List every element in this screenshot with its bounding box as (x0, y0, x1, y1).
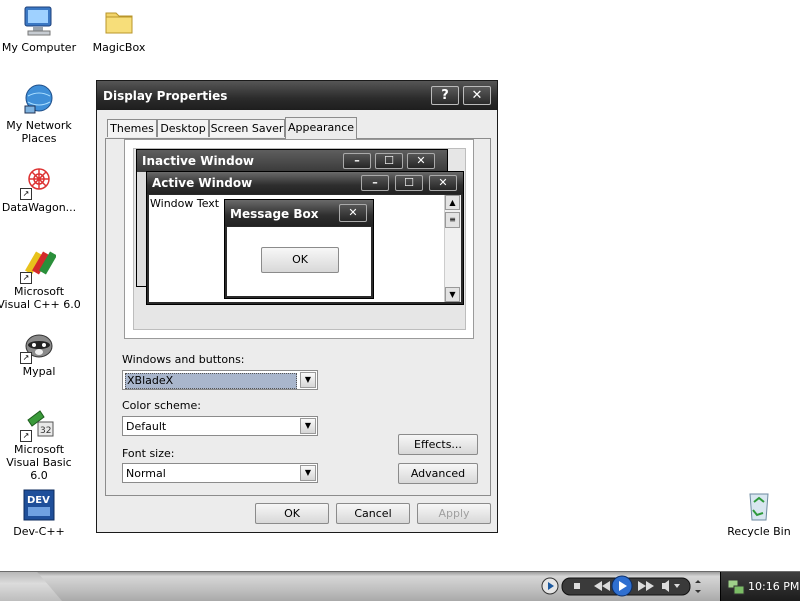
close-icon: ✕ (339, 204, 367, 222)
preview-message-box-title: Message Box (230, 207, 319, 221)
preview-scrollbar: ▲ ≡ ▼ (444, 195, 461, 302)
visual-basic-icon: 32 ↗ (20, 406, 56, 442)
network-globe-icon (22, 82, 56, 116)
minimize-icon: – (343, 153, 371, 169)
minimize-icon: – (361, 175, 389, 191)
color-scheme-label: Color scheme: (122, 399, 201, 412)
preview-ok-button: OK (261, 247, 339, 273)
scroll-up-icon: ▲ (445, 195, 460, 210)
shortcut-arrow-icon: ↗ (20, 352, 32, 364)
font-size-label: Font size: (122, 447, 175, 460)
preview-message-box-client: OK (227, 227, 371, 296)
desktop-icon-recycle-bin[interactable]: Recycle Bin (716, 488, 800, 538)
visual-cpp-icon: ↗ (20, 248, 57, 284)
apply-button[interactable]: Apply (417, 503, 491, 524)
dialog-titlebar[interactable]: Display Properties ? ✕ (97, 81, 497, 110)
desktop-icon-mypal[interactable]: ↗ Mypal (0, 328, 82, 378)
start-button[interactable] (0, 572, 62, 601)
desktop-icon-visual-cpp[interactable]: ↗ Microsoft Visual C++ 6.0 (0, 248, 82, 311)
chevron-down-icon[interactable]: ▼ (300, 465, 316, 481)
desktop-icon-my-network-places[interactable]: My Network Places (0, 82, 82, 145)
dialog-title: Display Properties (103, 89, 228, 103)
desktop-icon-label: My Network Places (6, 119, 72, 145)
windows-and-buttons-value: XBladeX (125, 373, 297, 389)
tab-themes[interactable]: Themes (107, 119, 157, 137)
desktop-icon-label: Mypal (22, 365, 56, 378)
help-button[interactable]: ? (431, 86, 459, 105)
preview-window-text: Window Text (150, 197, 220, 210)
display-properties-dialog: Display Properties ? ✕ Themes Desktop Sc… (96, 80, 498, 533)
desktop-icon-visual-basic[interactable]: 32 ↗ Microsoft Visual Basic 6.0 (0, 406, 82, 482)
shortcut-arrow-icon: ↗ (20, 188, 32, 200)
dev-icon-text: DEV (27, 495, 50, 506)
desktop-icon-label: DataWagon... (1, 201, 77, 214)
close-button[interactable]: ✕ (463, 86, 491, 105)
desktop-icon-dev-cpp[interactable]: DEV Dev-C++ (0, 488, 82, 538)
tab-desktop[interactable]: Desktop (157, 119, 209, 137)
preview-active-titlebar: Active Window – ☐ ✕ (147, 172, 463, 194)
maximize-icon: ☐ (395, 175, 423, 191)
preview-area: Inactive Window – ☐ ✕ Active Window – ☐ … (133, 148, 466, 330)
raccoon-icon: ↗ (20, 328, 56, 364)
appearance-preview: Inactive Window – ☐ ✕ Active Window – ☐ … (124, 139, 474, 339)
preview-active-title: Active Window (152, 176, 253, 190)
ok-button[interactable]: OK (255, 503, 329, 524)
effects-button[interactable]: Effects... (398, 434, 478, 455)
desktop-icon-label: MagicBox (92, 41, 146, 54)
desktop-icon-datawagon[interactable]: ↗ DataWagon... (0, 164, 82, 214)
taskbar-clock[interactable]: 10:16 PM (748, 580, 799, 593)
media-controls-icon[interactable] (538, 574, 708, 599)
desktop-icon-my-computer[interactable]: My Computer (0, 4, 82, 54)
close-icon: ✕ (407, 153, 435, 169)
desktop-icon-magicbox[interactable]: MagicBox (76, 4, 162, 54)
preview-inactive-title: Inactive Window (142, 154, 255, 168)
desktop-icon-label: Recycle Bin (727, 525, 791, 538)
preview-message-box-titlebar: Message Box ✕ (225, 200, 373, 226)
color-scheme-value: Default (126, 420, 167, 433)
computer-icon (22, 4, 56, 38)
svg-text:32: 32 (40, 426, 51, 436)
font-size-select[interactable]: Normal ▼ (122, 463, 318, 483)
recycle-bin-icon (742, 488, 776, 522)
appearance-panel: Inactive Window – ☐ ✕ Active Window – ☐ … (105, 138, 491, 496)
desktop-icon-label: Microsoft Visual C++ 6.0 (0, 285, 81, 311)
preview-inactive-titlebar: Inactive Window – ☐ ✕ (137, 150, 447, 172)
chevron-down-icon[interactable]: ▼ (300, 418, 316, 434)
media-player-toolbar (538, 574, 708, 599)
scroll-down-icon: ▼ (445, 287, 460, 302)
desktop-icon-label: My Computer (1, 41, 77, 54)
color-scheme-select[interactable]: Default ▼ (122, 416, 318, 436)
tab-appearance[interactable]: Appearance (285, 117, 357, 139)
advanced-button[interactable]: Advanced (398, 463, 478, 484)
windows-and-buttons-select[interactable]: XBladeX ▼ (122, 370, 318, 390)
dev-cpp-icon: DEV (22, 488, 56, 522)
desktop-icon-label: Microsoft Visual Basic 6.0 (6, 443, 72, 482)
windows-and-buttons-label: Windows and buttons: (122, 353, 245, 366)
taskbar: 10:16 PM (0, 571, 800, 601)
shortcut-arrow-icon: ↗ (20, 272, 32, 284)
maximize-icon: ☐ (375, 153, 403, 169)
scroll-thumb: ≡ (445, 212, 460, 228)
close-icon: ✕ (429, 175, 457, 191)
desktop-icon-label: Dev-C++ (13, 525, 65, 538)
folder-icon (102, 4, 136, 38)
chevron-down-icon[interactable]: ▼ (300, 372, 316, 388)
network-tray-icon[interactable] (727, 578, 745, 596)
cancel-button[interactable]: Cancel (336, 503, 410, 524)
font-size-value: Normal (126, 467, 166, 480)
preview-message-box: Message Box ✕ OK (224, 199, 374, 299)
shortcut-arrow-icon: ↗ (20, 430, 32, 442)
datawagon-flower-icon: ↗ (20, 164, 56, 200)
tab-screen-saver[interactable]: Screen Saver (209, 119, 285, 137)
